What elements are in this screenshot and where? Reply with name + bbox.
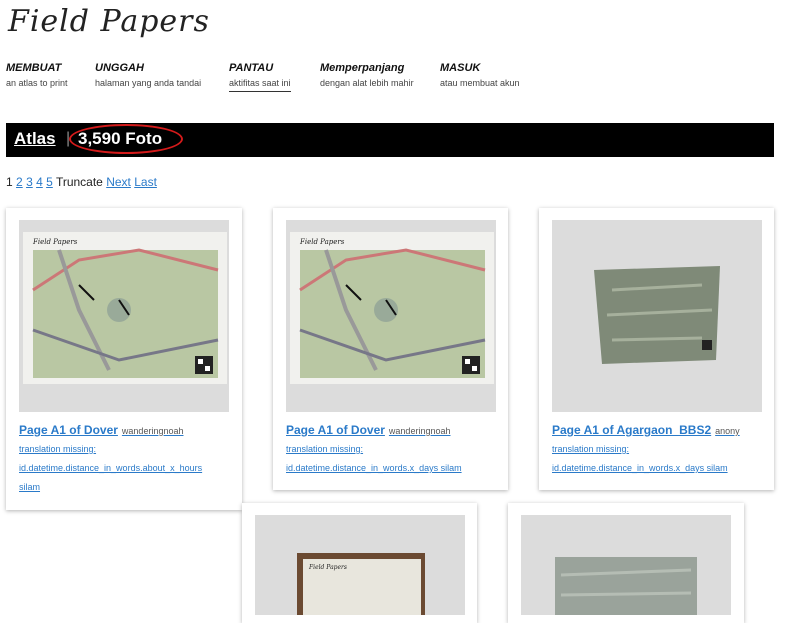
card-time-line3[interactable]: silam bbox=[19, 478, 40, 497]
card-time-line1[interactable]: translation missing: bbox=[552, 440, 629, 459]
next-link[interactable]: Next bbox=[106, 175, 131, 189]
map-thumbnail[interactable]: Field Papers bbox=[19, 220, 229, 412]
nav-subtitle: aktifitas saat ini bbox=[229, 78, 291, 92]
svg-text:Field Papers: Field Papers bbox=[299, 238, 345, 246]
nav-title: MASUK bbox=[440, 62, 481, 74]
page-link-5[interactable]: 5 bbox=[46, 175, 53, 189]
card-title-link[interactable]: Page A1 of Dover wanderingnoah bbox=[286, 423, 450, 437]
nav-item-unggah[interactable]: UNGGAH halaman yang anda tandai bbox=[95, 62, 201, 88]
pagination: 1 2 3 4 5 Truncate Next Last bbox=[6, 175, 157, 189]
card-title[interactable]: Page A1 of Dover bbox=[19, 423, 118, 437]
map-image bbox=[552, 220, 762, 412]
nav-item-membuat[interactable]: MEMBUAT an atlas to print bbox=[6, 62, 68, 88]
nav-title: MEMBUAT bbox=[6, 62, 62, 74]
atlas-card: Page A1 of Agargaon_BBS2 anony translatio… bbox=[539, 208, 774, 490]
card-user: wanderingnoah bbox=[388, 426, 451, 436]
last-link[interactable]: Last bbox=[134, 175, 157, 189]
svg-text:Field Papers: Field Papers bbox=[32, 238, 78, 246]
atlas-card: Field Papers bbox=[242, 503, 477, 623]
page-header-bar: Atlas | 3,590 Foto bbox=[6, 123, 774, 157]
card-time-line2[interactable]: id.datetime.distance_in_words.x_days sil… bbox=[286, 459, 462, 478]
nav-item-masuk[interactable]: MASUK atau membuat akun bbox=[440, 62, 520, 88]
map-thumbnail[interactable]: Field Papers bbox=[286, 220, 496, 412]
map-image: Field Papers bbox=[19, 220, 229, 412]
nav-item-pantau[interactable]: PANTAU aktifitas saat ini bbox=[229, 62, 291, 92]
logo[interactable]: Field Papers bbox=[8, 4, 210, 39]
card-title[interactable]: Page A1 of Dover bbox=[286, 423, 385, 437]
nav-subtitle: halaman yang anda tandai bbox=[95, 78, 202, 88]
card-title-link[interactable]: Page A1 of Agargaon_BBS2 anony bbox=[552, 423, 740, 437]
page-link-4[interactable]: 4 bbox=[36, 175, 43, 189]
nav-subtitle: dengan alat lebih mahir bbox=[320, 78, 414, 88]
nav-title: PANTAU bbox=[229, 62, 274, 74]
map-image: Field Papers bbox=[286, 220, 496, 412]
card-title-link[interactable]: Page A1 of Dover wanderingnoah bbox=[19, 423, 183, 437]
page-link-2[interactable]: 2 bbox=[16, 175, 23, 189]
map-thumbnail[interactable]: Field Papers bbox=[255, 515, 465, 615]
map-image bbox=[521, 515, 731, 615]
card-time-line1[interactable]: translation missing: bbox=[19, 440, 96, 459]
page-current: 1 bbox=[6, 175, 13, 189]
card-title[interactable]: Page A1 of Agargaon_BBS2 bbox=[552, 423, 711, 437]
page-link-3[interactable]: 3 bbox=[26, 175, 33, 189]
highlight-circle bbox=[69, 124, 183, 154]
atlas-link[interactable]: Atlas bbox=[14, 129, 56, 149]
svg-text:Field Papers: Field Papers bbox=[308, 564, 347, 571]
nav-title: Memperpanjang bbox=[320, 62, 405, 74]
nav-subtitle: an atlas to print bbox=[6, 78, 68, 88]
map-thumbnail[interactable] bbox=[552, 220, 762, 412]
card-user: wanderingnoah bbox=[121, 426, 184, 436]
card-time-line2[interactable]: id.datetime.distance_in_words.about_x_ho… bbox=[19, 459, 202, 478]
nav-title: UNGGAH bbox=[95, 62, 144, 74]
page-truncate: Truncate bbox=[55, 175, 103, 189]
atlas-card: Field Papers Page A1 of Dover wanderingno… bbox=[273, 208, 508, 490]
card-time-line1[interactable]: translation missing: bbox=[286, 440, 363, 459]
atlas-card bbox=[508, 503, 744, 623]
card-time-line2[interactable]: id.datetime.distance_in_words.x_days sil… bbox=[552, 459, 728, 478]
map-image: Field Papers bbox=[255, 515, 465, 615]
atlas-card: Field Papers Page A1 of Dover wanderingno… bbox=[6, 208, 242, 510]
map-thumbnail[interactable] bbox=[521, 515, 731, 615]
card-user: anony bbox=[715, 426, 740, 436]
nav-subtitle: atau membuat akun bbox=[440, 78, 520, 88]
nav-item-memperpanjang[interactable]: Memperpanjang dengan alat lebih mahir bbox=[320, 62, 414, 88]
